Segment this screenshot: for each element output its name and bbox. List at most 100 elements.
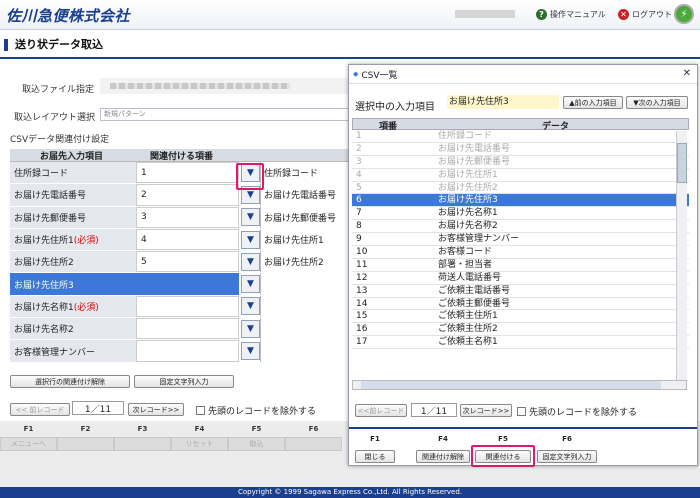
mapping-row[interactable]: お届け先住所2 5 ▼ お届け先住所2: [10, 251, 355, 274]
fkey-button[interactable]: リセット: [171, 437, 228, 451]
fkey-button[interactable]: [114, 437, 171, 451]
csv-row[interactable]: 2 お届け先電話番号: [352, 143, 689, 156]
dlg-prev-record-button[interactable]: <<前レコード: [355, 404, 407, 417]
csv-row[interactable]: 10 お客様コード: [352, 246, 689, 259]
dialog-close-icon[interactable]: ✕: [683, 68, 691, 79]
csv-row-no: 16: [356, 324, 368, 335]
close-circle-icon: ✕: [618, 9, 629, 20]
input-item-label: 住所録コード: [14, 169, 69, 180]
fixed-string-button[interactable]: 固定文字列入力: [134, 375, 234, 388]
chevron-down-icon[interactable]: ▼: [241, 208, 260, 227]
mapping-row[interactable]: お客様管理ナンバー ▼: [10, 340, 355, 363]
csv-row-data: 部署・担当者: [438, 259, 493, 270]
mapping-row[interactable]: お届け先名称2 ▼: [10, 318, 355, 341]
csv-row[interactable]: 1 住所録コード: [352, 130, 689, 143]
help-icon: ?: [536, 9, 547, 20]
link-no-field[interactable]: 2: [136, 184, 239, 206]
csv-row[interactable]: 3 お届け先郵便番号: [352, 156, 689, 169]
chevron-down-icon[interactable]: ▼: [241, 275, 260, 294]
dialog-title: CSV一覧: [361, 70, 398, 81]
csv-row[interactable]: 14 ご依頼主郵便番号: [352, 298, 689, 311]
fkey-f4[interactable]: F4 リセット: [171, 421, 228, 451]
csv-row[interactable]: 5 お届け先住所2: [352, 182, 689, 195]
link-no-field[interactable]: 4: [136, 228, 239, 251]
chevron-down-icon[interactable]: ▼: [241, 297, 260, 316]
input-item: お届け先住所2: [10, 251, 136, 273]
link-no-field[interactable]: 3: [136, 206, 239, 228]
csv-row[interactable]: 12 荷送人電話番号: [352, 272, 689, 285]
fkey-button[interactable]: メニューへ: [0, 437, 57, 451]
file-input[interactable]: [100, 78, 350, 94]
vertical-scrollbar[interactable]: [676, 131, 687, 385]
csv-row[interactable]: 6 お届け先住所3: [352, 194, 689, 208]
layout-select[interactable]: 新規パターン: [100, 108, 350, 121]
hscroll-thumb[interactable]: [361, 381, 661, 389]
fkey-button[interactable]: [57, 437, 114, 451]
link-no-field[interactable]: 5: [136, 251, 239, 273]
csv-row[interactable]: 4 お届け先住所1: [352, 169, 689, 182]
csv-row[interactable]: 16 ご依頼主住所2: [352, 323, 689, 337]
release-button[interactable]: 選択行の関連付け解除: [10, 375, 130, 388]
mapping-row[interactable]: お届け先名称1 (必須) ▼: [10, 295, 355, 319]
next-item-button[interactable]: ▼次の入力項目: [626, 96, 688, 109]
dlg-fkey-f1: F1: [370, 435, 380, 443]
link-no-field[interactable]: [136, 318, 239, 340]
csv-row-no: 15: [356, 311, 368, 322]
csv-row[interactable]: 17 ご依頼主名称1: [352, 336, 689, 350]
mapping-row[interactable]: お届け先電話番号 2 ▼ お届け先電話番号: [10, 184, 355, 207]
chevron-down-icon[interactable]: ▼: [241, 342, 260, 361]
linked-data: お届け先住所1: [260, 228, 355, 251]
input-item-label: お届け先住所3: [14, 280, 74, 291]
fkey-f1[interactable]: F1 メニューへ: [0, 421, 57, 451]
sagawa-character-icon: ⚡: [674, 4, 694, 24]
prev-item-button[interactable]: ▲前の入力項目: [563, 96, 623, 109]
fkey-button[interactable]: 取込: [228, 437, 285, 451]
csv-row[interactable]: 9 お客様管理ナンバー: [352, 233, 689, 247]
chevron-down-icon[interactable]: ▼: [241, 252, 260, 271]
app-icon: ◆: [353, 70, 359, 78]
exclude-checkbox[interactable]: [196, 406, 205, 415]
csv-row[interactable]: 15 ご依頼主住所1: [352, 310, 689, 324]
mapping-row[interactable]: お届け先住所1 (必須) 4 ▼ お届け先住所1: [10, 228, 355, 252]
prev-record-button[interactable]: << 前レコード: [10, 403, 70, 416]
dlg-fkey-button[interactable]: 固定文字列入力: [537, 450, 597, 463]
next-record-button[interactable]: 次レコード>>: [128, 403, 184, 416]
link-no-field[interactable]: [136, 340, 239, 362]
fkey-f2[interactable]: F2: [57, 421, 114, 451]
fkey-f3[interactable]: F3: [114, 421, 171, 451]
dlg-exclude-option[interactable]: 先頭のレコードを除外する: [517, 405, 637, 418]
scroll-thumb[interactable]: [677, 143, 687, 183]
csv-row[interactable]: 7 お届け先名称1: [352, 207, 689, 221]
horizontal-scrollbar[interactable]: [352, 380, 687, 390]
chevron-down-icon[interactable]: ▼: [241, 319, 260, 338]
logout-link[interactable]: ✕ ログアウト: [618, 9, 672, 20]
linked-data: [260, 318, 355, 340]
input-item-label: お届け先住所1: [14, 236, 74, 247]
fkey-f5[interactable]: F5 取込: [228, 421, 285, 451]
input-item: お届け先名称1 (必須): [10, 295, 136, 318]
csv-row[interactable]: 8 お届け先名称2: [352, 220, 689, 234]
exclude-label: 先頭のレコードを除外する: [208, 407, 317, 417]
mapping-row[interactable]: 住所録コード 1 ▼ 住所録コード: [10, 162, 355, 185]
manual-link[interactable]: ? 操作マニュアル: [536, 9, 606, 20]
dlg-fkey-button[interactable]: 関連付け解除: [416, 450, 470, 463]
link-no-field[interactable]: [136, 273, 239, 295]
fkey-label: F6: [308, 425, 319, 433]
fkey-button[interactable]: [285, 437, 342, 451]
linked-data: [260, 340, 355, 362]
exclude-first-option[interactable]: 先頭のレコードを除外する: [196, 404, 316, 417]
csv-row-no: 3: [356, 156, 362, 167]
chevron-down-icon[interactable]: ▼: [241, 230, 260, 249]
link-no-field[interactable]: [136, 295, 239, 318]
dlg-fkey-button[interactable]: 閉じる: [355, 450, 395, 463]
mapping-row[interactable]: お届け先郵便番号 3 ▼ お届け先郵便番号: [10, 206, 355, 229]
link-no-field[interactable]: 1: [136, 162, 239, 184]
csv-row[interactable]: 13 ご依頼主電話番号: [352, 285, 689, 298]
csv-row[interactable]: 11 部署・担当者: [352, 259, 689, 272]
mapping-row[interactable]: お届け先住所3 ▼: [10, 273, 355, 296]
input-item-label: お届け先住所2: [14, 258, 74, 269]
input-item: お届け先電話番号: [10, 184, 136, 206]
dlg-next-record-button[interactable]: 次レコード>>: [460, 404, 512, 417]
fkey-f6[interactable]: F6: [285, 421, 342, 451]
dlg-exclude-checkbox[interactable]: [517, 407, 526, 416]
